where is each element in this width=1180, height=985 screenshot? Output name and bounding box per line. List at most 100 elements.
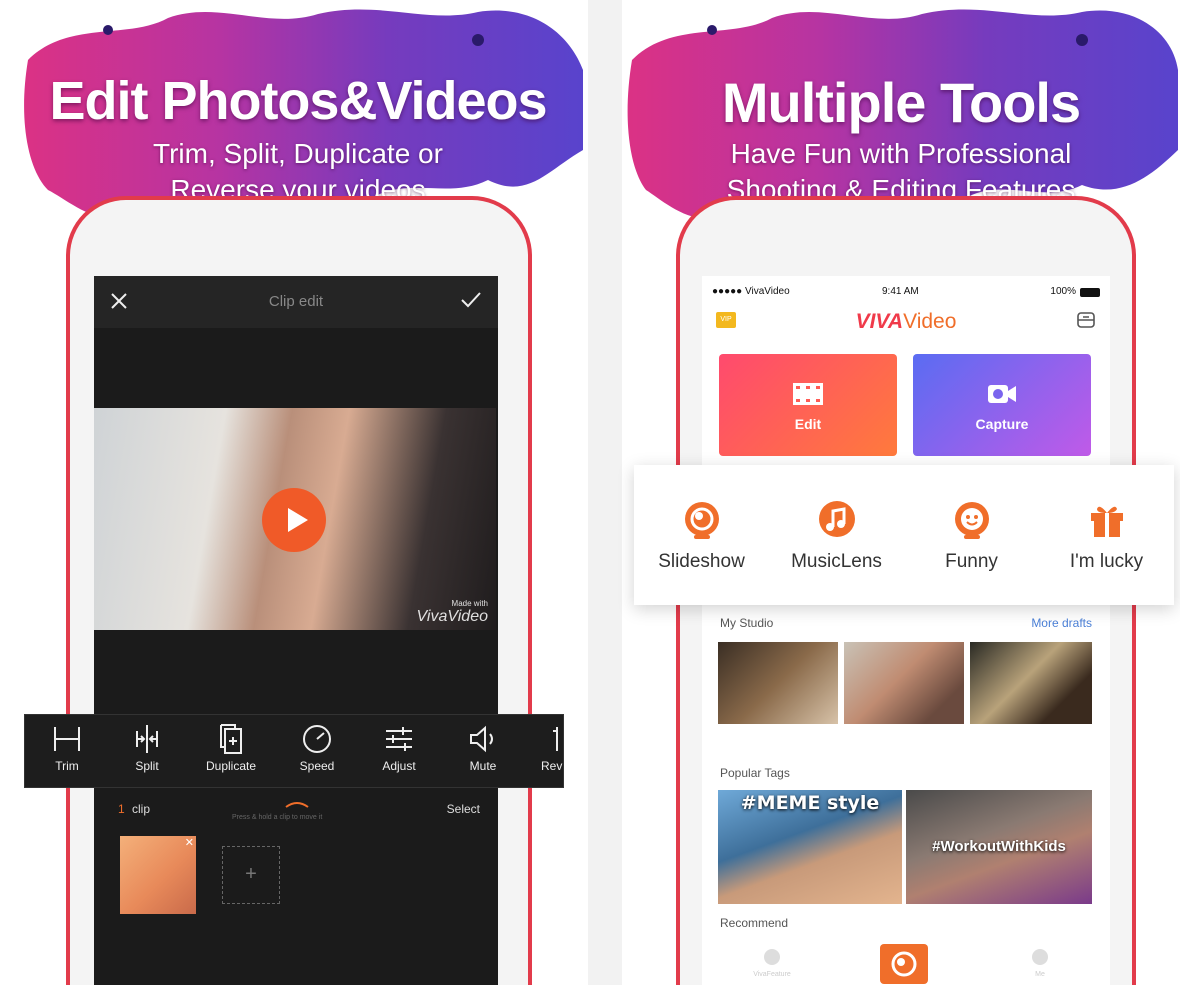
funny-label: Funny: [945, 551, 998, 572]
logo-video: Video: [903, 310, 957, 333]
draft-thumbnail-2[interactable]: [844, 642, 964, 724]
draft-thumbnail-1[interactable]: [718, 642, 838, 724]
status-time: 9:41 AM: [882, 286, 919, 297]
edit-button[interactable]: Edit: [719, 354, 897, 456]
slideshow-button[interactable]: Slideshow: [634, 465, 769, 605]
clip-strip-header: 1 clip Press & hold a clip to move it Se…: [94, 798, 498, 822]
left-promo-panel: Edit Photos&Videos Trim, Split, Duplicat…: [8, 0, 588, 985]
status-battery: 100%: [1050, 286, 1076, 297]
reverse-tool-button[interactable]: Rev: [525, 715, 565, 789]
watermark-line1: Made with: [451, 599, 488, 608]
im-lucky-button[interactable]: I'm lucky: [1039, 465, 1174, 605]
my-studio-section: My Studio More drafts: [702, 612, 1110, 732]
speed-tool-button[interactable]: Speed: [277, 715, 357, 789]
my-studio-label: My Studio: [720, 616, 774, 630]
clip-edit-header: Clip edit: [94, 276, 498, 328]
video-camera-icon: [988, 385, 1016, 403]
page-title: Clip edit: [268, 293, 324, 310]
nav-vivafeature-label: VivaFeature: [753, 971, 791, 978]
film-clip-icon: [793, 383, 823, 405]
music-note-icon: [819, 501, 855, 537]
app-logo: VIVAVideo: [702, 310, 1110, 334]
watermark: Made with VivaVideo: [417, 599, 488, 626]
logo-viva: VIVA: [855, 310, 904, 333]
funny-face-icon: [955, 502, 989, 539]
slideshow-icon: [685, 502, 719, 539]
confirm-check-icon[interactable]: [460, 291, 482, 314]
tool-label-duplicate: Duplicate: [205, 759, 257, 773]
drag-handle-icon[interactable]: [284, 796, 310, 814]
select-button[interactable]: Select: [447, 802, 480, 816]
clip-label: clip: [132, 802, 151, 816]
musiclens-label: MusicLens: [791, 551, 882, 572]
speed-icon: [303, 725, 331, 753]
nav-create-button[interactable]: [880, 944, 928, 984]
move-hint: Press & hold a clip to move it: [232, 814, 323, 821]
camera-shutter-icon: [891, 951, 917, 977]
video-preview[interactable]: Made with VivaVideo: [94, 408, 496, 630]
edit-label: Edit: [794, 416, 822, 432]
play-icon: [288, 508, 308, 532]
banner-subtitle-line1: Trim, Split, Duplicate or: [153, 138, 443, 169]
banner-subtitle-right-line1: Have Fun with Professional: [730, 138, 1072, 169]
tool-label-mute: Mute: [469, 759, 497, 773]
mute-tool-button[interactable]: Mute: [443, 715, 523, 789]
recommend-label: Recommend: [720, 916, 789, 930]
status-carrier: ●●●●● VivaVideo: [712, 286, 790, 297]
play-button[interactable]: [262, 488, 326, 552]
popular-tags-label: Popular Tags: [720, 766, 790, 780]
more-drafts-link[interactable]: More drafts: [1031, 616, 1092, 630]
mute-icon: [470, 725, 493, 753]
tool-label-trim: Trim: [55, 759, 79, 773]
musiclens-button[interactable]: MusicLens: [769, 465, 904, 605]
funny-button[interactable]: Funny: [904, 465, 1039, 605]
clip-count: 1: [118, 802, 125, 816]
gift-icon: [1091, 506, 1123, 537]
add-clip-button[interactable]: +: [222, 846, 280, 904]
capture-label: Capture: [975, 416, 1029, 432]
trim-icon: [54, 727, 80, 751]
banner-title-right: Multiple Tools: [721, 71, 1081, 134]
tag-card-meme[interactable]: #MEME style: [718, 790, 902, 904]
remove-clip-icon[interactable]: ✕: [185, 836, 194, 849]
clip-thumbnail[interactable]: ✕: [120, 836, 196, 914]
drafts-box-icon[interactable]: [1076, 310, 1096, 335]
tag-card-workout[interactable]: #WorkoutWithKids: [906, 790, 1092, 904]
panel-divider: [588, 0, 622, 985]
draft-thumbnail-3[interactable]: [970, 642, 1092, 724]
app-header: VIP VIVAVideo: [702, 304, 1110, 338]
adjust-tool-button[interactable]: Adjust: [359, 715, 439, 789]
trim-tool-button[interactable]: Trim: [27, 715, 107, 789]
profile-icon: [1032, 949, 1048, 965]
nav-me-label: Me: [1035, 971, 1045, 978]
tag-label-meme: #MEME style: [740, 792, 880, 814]
reverse-icon: [553, 727, 558, 751]
bottom-nav: VivaFeature Me: [702, 942, 1110, 985]
edit-toolbar: Trim Split Duplicate Speed Adjust Mute R…: [24, 714, 564, 788]
feature-icon: [764, 949, 780, 965]
slideshow-label: Slideshow: [658, 551, 745, 572]
tag-label-workout: #WorkoutWithKids: [932, 838, 1066, 855]
split-tool-button[interactable]: Split: [107, 715, 187, 789]
tool-label-split: Split: [135, 759, 159, 773]
nav-me[interactable]: Me: [1010, 948, 1070, 978]
adjust-icon: [386, 727, 412, 751]
banner-title: Edit Photos&Videos: [49, 71, 547, 131]
tool-label-reverse: Rev: [541, 759, 563, 773]
watermark-line2: VivaVideo: [416, 608, 488, 625]
quick-tools-card: Slideshow MusicLens Funny I'm lucky: [634, 465, 1174, 605]
status-bar: ●●●●● VivaVideo 9:41 AM 100%: [702, 286, 1110, 302]
nav-vivafeature[interactable]: VivaFeature: [742, 948, 802, 978]
popular-tags-section: Popular Tags #MEME style #WorkoutWithKid…: [702, 762, 1110, 904]
vivavideo-home-screen: ●●●●● VivaVideo 9:41 AM 100% VIP VIVAVid…: [702, 276, 1110, 985]
clip-edit-screen: Clip edit Made with VivaVideo 1 clip Pre…: [94, 276, 498, 985]
tool-label-adjust: Adjust: [382, 759, 416, 773]
capture-button[interactable]: Capture: [913, 354, 1091, 456]
tool-label-speed: Speed: [299, 759, 335, 773]
duplicate-tool-button[interactable]: Duplicate: [191, 715, 271, 789]
im-lucky-label: I'm lucky: [1069, 551, 1144, 572]
add-icon: +: [245, 863, 257, 885]
duplicate-icon: [220, 724, 242, 754]
split-icon: [136, 725, 158, 753]
battery-icon: [1080, 288, 1100, 297]
